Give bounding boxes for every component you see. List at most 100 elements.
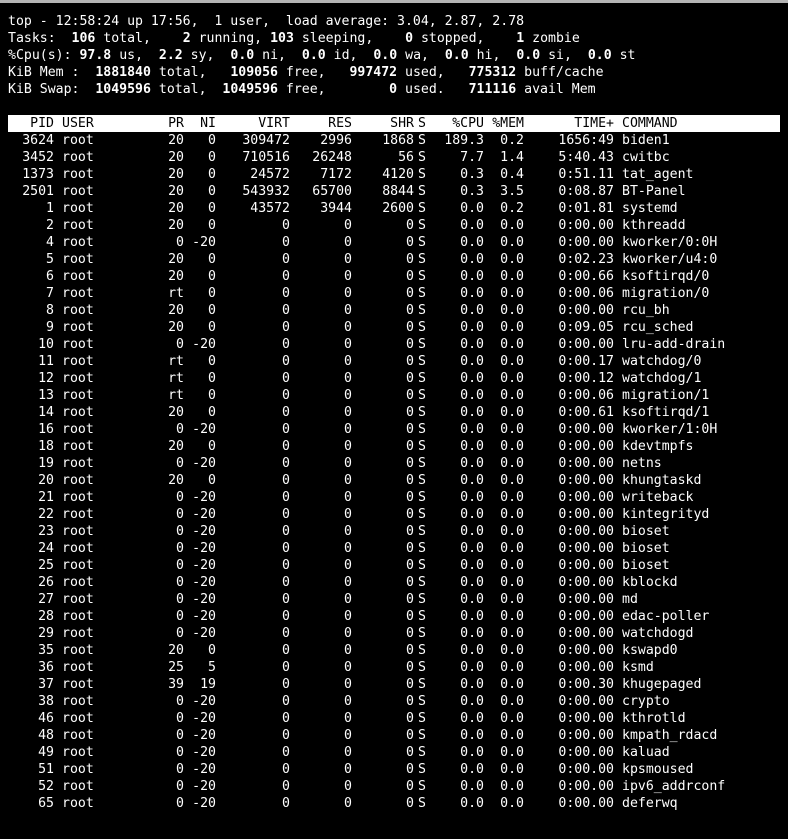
process-mem: 0.0 bbox=[500, 711, 524, 726]
process-cpu: 0.0 bbox=[460, 541, 484, 556]
process-shr: 0 bbox=[406, 626, 414, 641]
process-mem: 0.0 bbox=[500, 745, 524, 760]
col-virt: VIRT bbox=[258, 116, 290, 131]
process-user: root bbox=[62, 541, 94, 556]
process-time: 0:00.00 bbox=[558, 218, 614, 233]
process-time: 0:00.00 bbox=[558, 337, 614, 352]
process-res: 0 bbox=[344, 575, 352, 590]
process-nice: -20 bbox=[192, 711, 216, 726]
process-priority: 0 bbox=[176, 524, 184, 539]
process-priority: 20 bbox=[168, 439, 184, 454]
process-mem: 0.0 bbox=[500, 388, 524, 403]
process-nice: -20 bbox=[192, 541, 216, 556]
tasks-label: Tasks: bbox=[8, 31, 56, 46]
swap-used: 0 bbox=[389, 82, 398, 97]
process-priority: 0 bbox=[176, 592, 184, 607]
process-virt: 0 bbox=[282, 354, 290, 369]
process-mem: 0.0 bbox=[500, 422, 524, 437]
process-row: 5 root 20 0 0 0 0 S 0.0 0.0 0:02.23 kworker/u4:0 bbox=[8, 251, 780, 268]
process-row: 12 root rt 0 0 0 0 S 0.0 0.0 0:00.12 watchdog/1 bbox=[8, 370, 780, 387]
process-res: 7172 bbox=[320, 167, 352, 182]
process-user: root bbox=[62, 439, 94, 454]
process-state: S bbox=[418, 677, 426, 692]
process-user: root bbox=[62, 558, 94, 573]
process-pid: 46 bbox=[38, 711, 54, 726]
process-res: 0 bbox=[344, 354, 352, 369]
process-mem: 0.0 bbox=[500, 473, 524, 488]
process-user: root bbox=[62, 269, 94, 284]
process-cpu: 0.0 bbox=[460, 354, 484, 369]
terminal-screen[interactable]: top - 12:58:24 up 17:56, 1 user, load av… bbox=[8, 13, 784, 812]
process-user: root bbox=[62, 252, 94, 267]
process-virt: 0 bbox=[282, 728, 290, 743]
process-command: edac-poller bbox=[622, 609, 710, 624]
process-row: 36 root 25 5 0 0 0 S 0.0 0.0 0:00.00 ksmd bbox=[8, 659, 780, 676]
process-cpu: 0.0 bbox=[460, 677, 484, 692]
process-state: S bbox=[418, 694, 426, 709]
process-state: S bbox=[418, 422, 426, 437]
process-shr: 0 bbox=[406, 422, 414, 437]
process-pid: 16 bbox=[38, 422, 54, 437]
process-cpu: 189.3 bbox=[444, 133, 484, 148]
process-pid: 5 bbox=[46, 252, 54, 267]
mem-buff-cache: 775312 bbox=[468, 65, 517, 80]
process-mem: 0.0 bbox=[500, 218, 524, 233]
process-command: netns bbox=[622, 456, 662, 471]
process-cpu: 0.0 bbox=[460, 269, 484, 284]
process-shr: 0 bbox=[406, 303, 414, 318]
process-virt: 0 bbox=[282, 762, 290, 777]
process-priority: 0 bbox=[176, 796, 184, 811]
process-pid: 28 bbox=[38, 609, 54, 624]
process-time: 0:00.00 bbox=[558, 762, 614, 777]
process-res: 0 bbox=[344, 558, 352, 573]
cpu-hi: 0.0 bbox=[444, 48, 469, 63]
process-row: 37 root 39 19 0 0 0 S 0.0 0.0 0:00.30 khugepaged bbox=[8, 676, 780, 693]
process-cpu: 0.0 bbox=[460, 235, 484, 250]
process-state: S bbox=[418, 524, 426, 539]
process-nice: -20 bbox=[192, 524, 216, 539]
process-row: 2501 root 20 0 543932 65700 8844 S 0.3 3.5 0:08.87… bbox=[8, 183, 780, 200]
process-cpu: 0.0 bbox=[460, 286, 484, 301]
process-user: root bbox=[62, 609, 94, 624]
process-row: 29 root 0 -20 0 0 0 S 0.0 0.0 0:00.00 watchdogd bbox=[8, 625, 780, 642]
process-priority: 20 bbox=[168, 201, 184, 216]
process-res: 0 bbox=[344, 337, 352, 352]
col-pid: PID bbox=[30, 116, 54, 131]
process-virt: 0 bbox=[282, 439, 290, 454]
process-pid: 11 bbox=[38, 354, 54, 369]
process-virt: 0 bbox=[282, 677, 290, 692]
process-nice: 0 bbox=[208, 473, 216, 488]
process-nice: 0 bbox=[208, 439, 216, 454]
process-virt: 0 bbox=[282, 643, 290, 658]
process-command: kworker/0:0H bbox=[622, 235, 718, 250]
process-res: 0 bbox=[344, 422, 352, 437]
process-res: 0 bbox=[344, 439, 352, 454]
process-shr: 0 bbox=[406, 524, 414, 539]
process-mem: 0.0 bbox=[500, 660, 524, 675]
process-cpu: 0.0 bbox=[460, 660, 484, 675]
process-state: S bbox=[418, 235, 426, 250]
process-command: crypto bbox=[622, 694, 670, 709]
process-pid: 10 bbox=[38, 337, 54, 352]
process-priority: 0 bbox=[176, 728, 184, 743]
process-virt: 0 bbox=[282, 796, 290, 811]
process-priority: 20 bbox=[168, 167, 184, 182]
cpu-id: 0.0 bbox=[301, 48, 326, 63]
process-res: 0 bbox=[344, 592, 352, 607]
process-priority: 20 bbox=[168, 252, 184, 267]
process-virt: 0 bbox=[282, 490, 290, 505]
process-pid: 36 bbox=[38, 660, 54, 675]
process-time: 0:00.00 bbox=[558, 609, 614, 624]
process-row: 38 root 0 -20 0 0 0 S 0.0 0.0 0:00.00 crypto bbox=[8, 693, 780, 710]
process-res: 2996 bbox=[320, 133, 352, 148]
process-row: 49 root 0 -20 0 0 0 S 0.0 0.0 0:00.00 kaluad bbox=[8, 744, 780, 761]
process-command: kmpath_rdacd bbox=[622, 728, 718, 743]
process-user: root bbox=[62, 218, 94, 233]
process-res: 0 bbox=[344, 779, 352, 794]
process-state: S bbox=[418, 745, 426, 760]
process-res: 0 bbox=[344, 643, 352, 658]
process-row: 18 root 20 0 0 0 0 S 0.0 0.0 0:00.00 kdevtmpfs bbox=[8, 438, 780, 455]
process-nice: -20 bbox=[192, 694, 216, 709]
process-time: 5:40.43 bbox=[558, 150, 614, 165]
process-state: S bbox=[418, 201, 426, 216]
